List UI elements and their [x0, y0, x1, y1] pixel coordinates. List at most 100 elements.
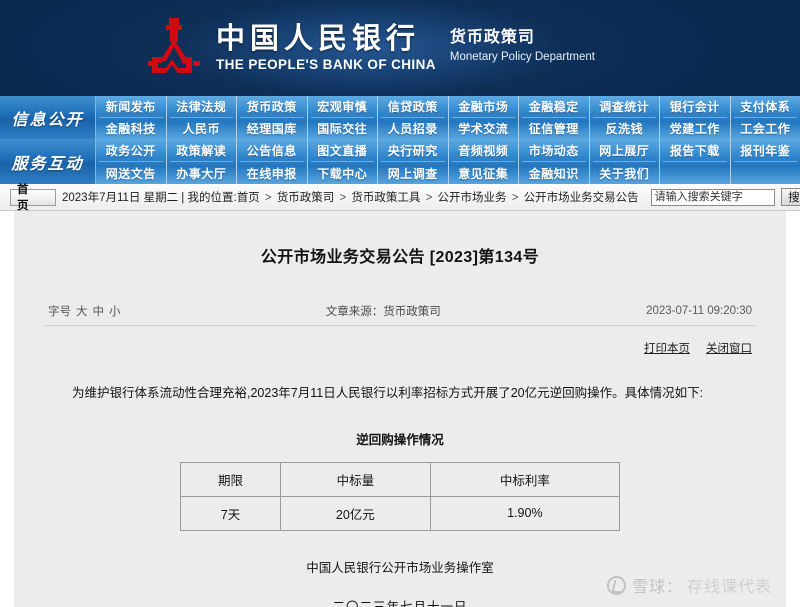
nav-title-services[interactable]: 服务互动 [0, 139, 96, 184]
nav-item-5-1[interactable]: 信贷政策 [378, 96, 448, 117]
breadcrumb: 2023年7月11日 星期二 | 我的位置:首页 > 货币政策司 > 货币政策工… [62, 189, 639, 205]
nav-column: 支付体系 工会工作 [729, 96, 800, 139]
nav-item-8-2[interactable]: 反洗钱 [590, 118, 660, 139]
nav-item-9-1[interactable]: 银行会计 [660, 96, 730, 117]
nav-item-1-1[interactable]: 新闻发布 [96, 96, 166, 117]
nav-column: 公告信息 在线申报 [236, 139, 307, 184]
breadcrumb-date-location: 2023年7月11日 星期二 | 我的位置: [62, 192, 237, 204]
nav-item-4-2[interactable]: 国际交往 [308, 118, 378, 139]
table-cell: 1.90% [429, 495, 621, 531]
nav-column: 网上展厅 关于我们 [588, 139, 660, 184]
table-header-row: 期限 中标量 中标利率 [179, 461, 621, 497]
department-block: 货币政策司 Monetary Policy Department [450, 30, 595, 66]
nav-item-empty [660, 162, 730, 184]
article-timestamp: 2023-07-11 09:20:30 [646, 305, 752, 317]
nav-column: 金融稳定 征信管理 [518, 96, 589, 139]
fontsize-large[interactable]: 大 [76, 303, 88, 319]
page-title: 公开市场业务交易公告 [2023]第134号 [260, 249, 540, 266]
nav-item-4-2[interactable]: 下载中心 [308, 162, 378, 184]
nav-item-6-2[interactable]: 意见征集 [449, 162, 519, 184]
watermark: 雪球： 存线课代表 [606, 573, 772, 597]
nav-column: 银行会计 党建工作 [659, 96, 730, 139]
table-header-cell: 期限 [179, 461, 282, 497]
nav-item-10-1[interactable]: 报刊年鉴 [731, 139, 800, 161]
article-source-label: 文章来源： [325, 306, 384, 318]
nav-column: 报告下载 [659, 139, 730, 184]
nav-column: 法律法规 人民币 [165, 96, 237, 139]
nav-item-1-1[interactable]: 政务公开 [96, 139, 166, 161]
nav-item-4-1[interactable]: 图文直播 [308, 139, 378, 161]
breadcrumb-item-2[interactable]: 货币政策司 [277, 192, 335, 204]
nav-block-information: 信息公开 新闻发布 金融科技 法律法规 人民币 货币政策 经理国库 宏观审慎 国际交往 信贷政策… [0, 96, 800, 139]
print-page-link[interactable]: 打印本页 [644, 340, 690, 356]
breadcrumb-bar: 首 页 2023年7月11日 星期二 | 我的位置:首页 > 货币政策司 > 货… [0, 184, 800, 212]
nav-item-10-1[interactable]: 支付体系 [731, 96, 800, 117]
signature-date: 二〇二三年七月十一日 [332, 599, 468, 607]
breadcrumb-item-1[interactable]: 首页 [237, 192, 260, 204]
bank-name-block: 中国人民银行 THE PEOPLE'S BANK OF CHINA [216, 24, 436, 72]
watermark-brand: 雪球： [631, 579, 683, 596]
article-meta-row: 字号 大 中 小 文章来源：货币政策司 2023-07-11 09:20:30 [44, 303, 756, 326]
nav-item-1-2[interactable]: 网送文告 [96, 162, 166, 184]
nav-item-2-1[interactable]: 政策解读 [167, 139, 237, 161]
breadcrumb-item-5[interactable]: 公开市场业务交易公告 [524, 192, 639, 204]
nav-item-empty [731, 162, 800, 184]
nav-item-3-1[interactable]: 货币政策 [237, 96, 307, 117]
nav-item-7-2[interactable]: 金融知识 [519, 162, 589, 184]
nav-item-3-1[interactable]: 公告信息 [237, 139, 307, 161]
breadcrumb-separator: > [261, 192, 275, 204]
nav-item-5-2[interactable]: 人员招录 [378, 118, 448, 139]
table-header-cell: 中标量 [280, 461, 431, 497]
nav-item-1-2[interactable]: 金融科技 [96, 118, 166, 139]
nav-item-2-2[interactable]: 人民币 [167, 118, 237, 139]
breadcrumb-item-4[interactable]: 公开市场业务 [438, 192, 507, 204]
close-window-link[interactable]: 关闭窗口 [706, 340, 752, 356]
department-name-cn: 货币政策司 [449, 29, 535, 47]
nav-column: 市场动态 金融知识 [518, 139, 589, 184]
nav-item-7-2[interactable]: 征信管理 [519, 118, 589, 139]
nav-column: 政策解读 办事大厅 [165, 139, 237, 184]
nav-column: 货币政策 经理国库 [236, 96, 307, 139]
article-source-value: 货币政策司 [383, 306, 441, 318]
fontsize-medium[interactable]: 中 [93, 303, 105, 319]
nav-item-2-1[interactable]: 法律法规 [167, 96, 237, 117]
table-header-cell: 中标利率 [429, 461, 621, 497]
nav-item-7-1[interactable]: 市场动态 [519, 139, 589, 161]
fontsize-small[interactable]: 小 [109, 303, 121, 319]
nav-title-information[interactable]: 信息公开 [0, 96, 96, 139]
nav-columns-services: 政务公开 网送文告 政策解读 办事大厅 公告信息 在线申报 图文直播 下载中心 央行研究 网上调查… [96, 139, 800, 184]
nav-item-6-1[interactable]: 音频视频 [449, 139, 519, 161]
nav-column: 调查统计 反洗钱 [588, 96, 660, 139]
nav-item-3-2[interactable]: 在线申报 [237, 162, 307, 184]
home-button[interactable]: 首 页 [10, 184, 56, 212]
nav-item-5-2[interactable]: 网上调查 [378, 162, 448, 184]
nav-item-6-2[interactable]: 学术交流 [449, 118, 519, 139]
search-input[interactable] [650, 188, 775, 206]
nav-item-8-2[interactable]: 关于我们 [590, 162, 660, 184]
nav-item-4-1[interactable]: 宏观审慎 [308, 96, 378, 117]
nav-item-9-2[interactable]: 党建工作 [660, 118, 730, 139]
nav-item-9-1[interactable]: 报告下载 [660, 139, 730, 161]
breadcrumb-separator: > [508, 192, 522, 204]
nav-column: 图文直播 下载中心 [306, 139, 378, 184]
nav-item-5-1[interactable]: 央行研究 [378, 139, 448, 161]
nav-item-8-1[interactable]: 网上展厅 [590, 139, 660, 161]
nav-column: 政务公开 网送文告 [96, 139, 166, 184]
site-banner: 中国人民银行 THE PEOPLE'S BANK OF CHINA 货币政策司 … [0, 0, 800, 96]
fontsize-control: 字号 大 中 小 [48, 303, 121, 319]
nav-item-7-1[interactable]: 金融稳定 [519, 96, 589, 117]
article-source: 文章来源：货币政策司 [121, 303, 647, 319]
nav-column: 音频视频 意见征集 [447, 139, 519, 184]
breadcrumb-item-3[interactable]: 货币政策工具 [351, 192, 420, 204]
breadcrumb-separator: > [336, 192, 350, 204]
nav-item-6-1[interactable]: 金融市场 [449, 96, 519, 117]
nav-item-3-2[interactable]: 经理国库 [237, 118, 307, 139]
nav-item-10-2[interactable]: 工会工作 [731, 118, 800, 139]
nav-item-8-1[interactable]: 调查统计 [590, 96, 660, 117]
nav-item-2-2[interactable]: 办事大厅 [167, 162, 237, 184]
nav-columns-information: 新闻发布 金融科技 法律法规 人民币 货币政策 经理国库 宏观审慎 国际交往 信贷政策 人员招录金… [96, 96, 800, 139]
bank-name-cn: 中国人民银行 [216, 21, 421, 56]
pboc-emblem-icon [146, 17, 202, 79]
xueqiu-logo-icon [606, 575, 626, 595]
search-button[interactable]: 搜索 [780, 188, 800, 206]
